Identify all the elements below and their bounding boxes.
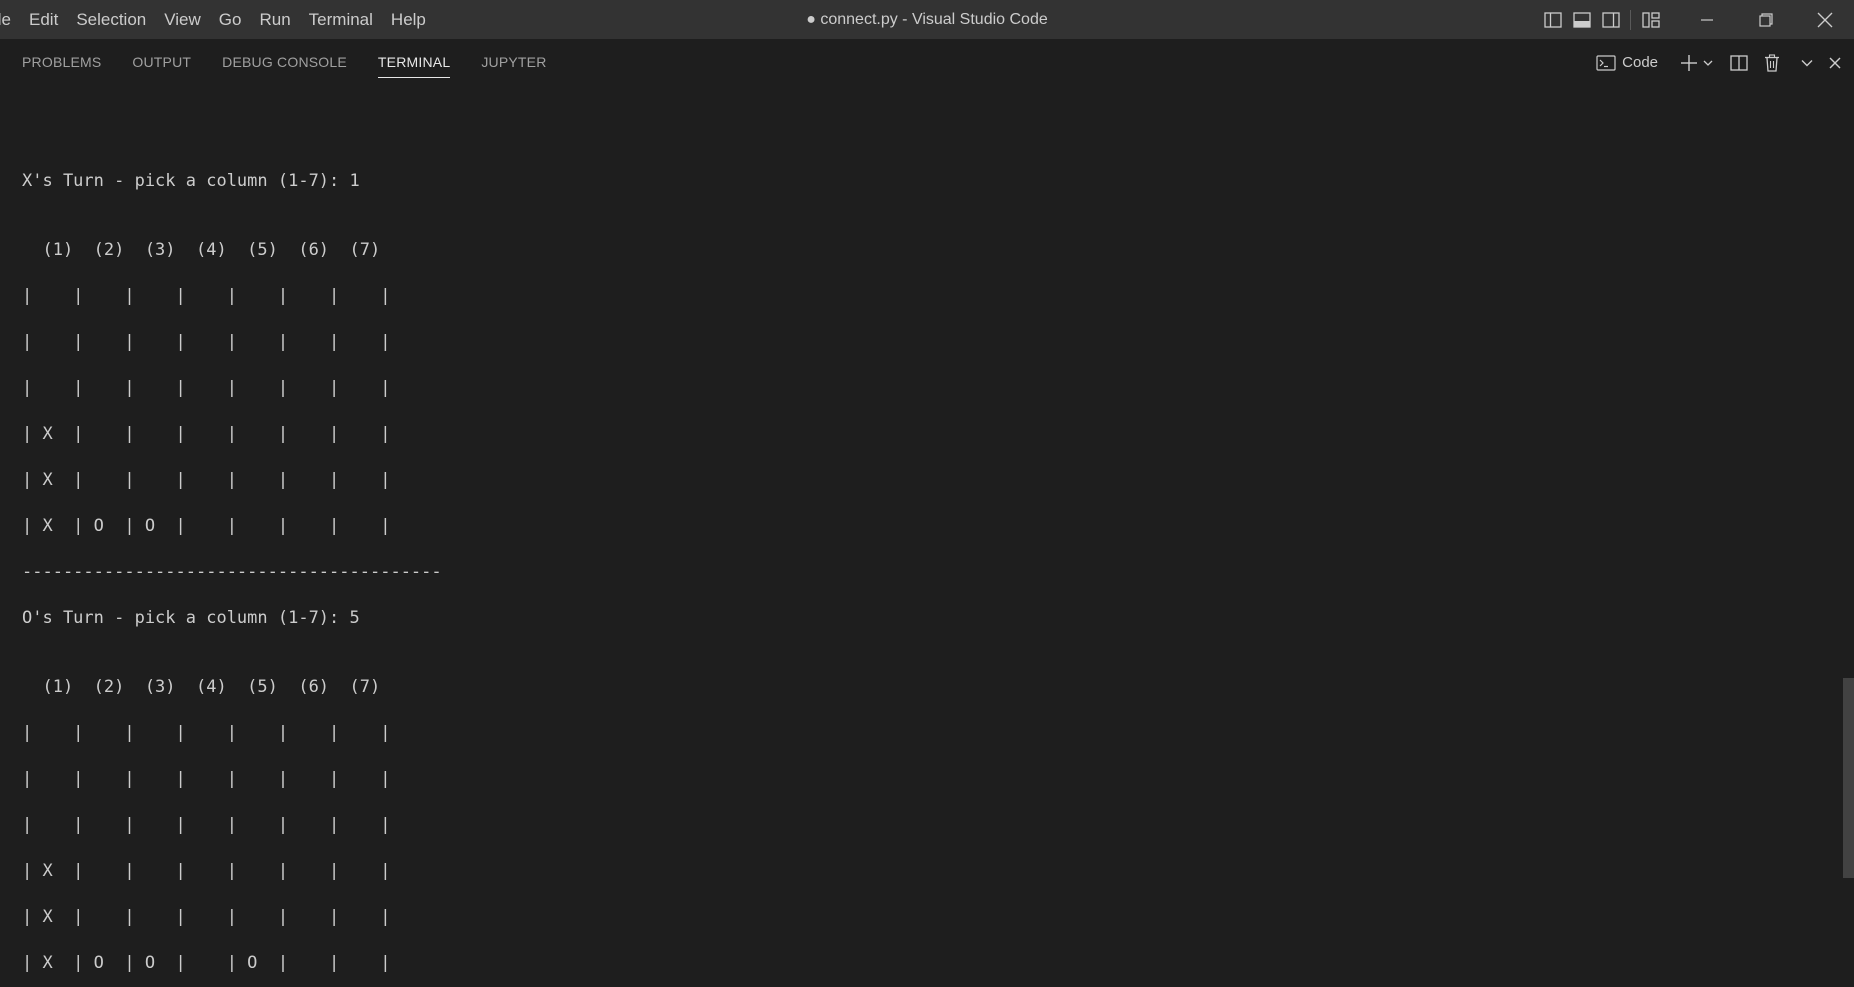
terminal-line-row: | X | | | | | | | <box>22 861 391 881</box>
menu-terminal[interactable]: Terminal <box>300 0 382 39</box>
customize-layout-icon[interactable] <box>1636 0 1665 39</box>
menu-view[interactable]: View <box>155 0 210 39</box>
terminal-line-row: | | | | | | | | <box>22 378 391 398</box>
panel-actions: Code <box>1586 39 1842 86</box>
title-bar-controls <box>1538 0 1854 39</box>
tab-jupyter[interactable]: JUPYTER <box>481 39 546 86</box>
terminal-line-divider: ----------------------------------------… <box>22 562 442 582</box>
toggle-secondary-sidebar-icon[interactable] <box>1596 0 1625 39</box>
menu-edit[interactable]: Edit <box>20 0 67 39</box>
close-panel-icon[interactable] <box>1828 39 1842 86</box>
menu-bar: ile Edit Selection View Go Run Terminal … <box>0 0 435 39</box>
chevron-down-icon[interactable] <box>1702 39 1714 86</box>
panel-tabs: PROBLEMS OUTPUT DEBUG CONSOLE TERMINAL J… <box>22 39 578 86</box>
menu-file[interactable]: ile <box>0 0 20 39</box>
title-bar: ile Edit Selection View Go Run Terminal … <box>0 0 1854 39</box>
minimize-icon[interactable] <box>1677 0 1736 39</box>
terminal-line-row: | X | | | | | | | <box>22 424 391 444</box>
tab-terminal[interactable]: TERMINAL <box>377 39 451 86</box>
trash-icon[interactable] <box>1764 39 1780 86</box>
menu-run[interactable]: Run <box>250 0 299 39</box>
terminal-line-row: | | | | | | | | <box>22 723 391 743</box>
terminal-line-row: | X | O | O | | O | | | <box>22 953 391 973</box>
terminal-line-row: | | | | | | | | <box>22 332 391 352</box>
title-separator <box>1630 9 1631 30</box>
toggle-primary-sidebar-icon[interactable] <box>1538 0 1567 39</box>
tab-problems[interactable]: PROBLEMS <box>22 39 101 86</box>
split-terminal-icon[interactable] <box>1730 39 1748 86</box>
terminal-line-header: (1) (2) (3) (4) (5) (6) (7) <box>22 677 381 697</box>
scrollbar-thumb[interactable] <box>1843 678 1854 878</box>
menu-selection[interactable]: Selection <box>67 0 155 39</box>
menu-help[interactable]: Help <box>382 0 435 39</box>
terminal-icon <box>1596 54 1616 71</box>
new-terminal-icon[interactable] <box>1680 39 1698 86</box>
terminal-line-row: | | | | | | | | <box>22 286 391 306</box>
terminal-line-row: | X | | | | | | | <box>22 907 391 927</box>
panel-header: PROBLEMS OUTPUT DEBUG CONSOLE TERMINAL J… <box>0 39 1854 86</box>
restore-icon[interactable] <box>1736 0 1795 39</box>
terminal-line-prompt-o: O's Turn - pick a column (1-7): 5 <box>22 608 360 628</box>
terminal-profile-label: Code <box>1622 54 1658 71</box>
terminal-line-row: | | | | | | | | <box>22 769 391 789</box>
toggle-panel-icon[interactable] <box>1567 0 1596 39</box>
terminal-line-row: | | | | | | | | <box>22 815 391 835</box>
terminal-scrollbar[interactable] <box>1840 86 1854 987</box>
terminal-line-row: | X | | | | | | | <box>22 470 391 490</box>
tab-debug-console[interactable]: DEBUG CONSOLE <box>222 39 347 86</box>
menu-go[interactable]: Go <box>210 0 251 39</box>
window-title: ● connect.py - Visual Studio Code <box>806 11 1048 28</box>
terminal-line-header: (1) (2) (3) (4) (5) (6) (7) <box>22 240 381 260</box>
terminal-line-prompt-x: X's Turn - pick a column (1-7): 1 <box>22 171 360 191</box>
terminal-profile-button[interactable]: Code <box>1596 39 1658 86</box>
maximize-panel-chevron-icon[interactable] <box>1800 39 1814 86</box>
terminal-line-row: | X | O | O | | | | | <box>22 516 391 536</box>
tab-output[interactable]: OUTPUT <box>132 39 191 86</box>
terminal-output[interactable]: X's Turn - pick a column (1-7): 1 (1) (2… <box>0 86 1840 987</box>
close-window-icon[interactable] <box>1795 0 1854 39</box>
